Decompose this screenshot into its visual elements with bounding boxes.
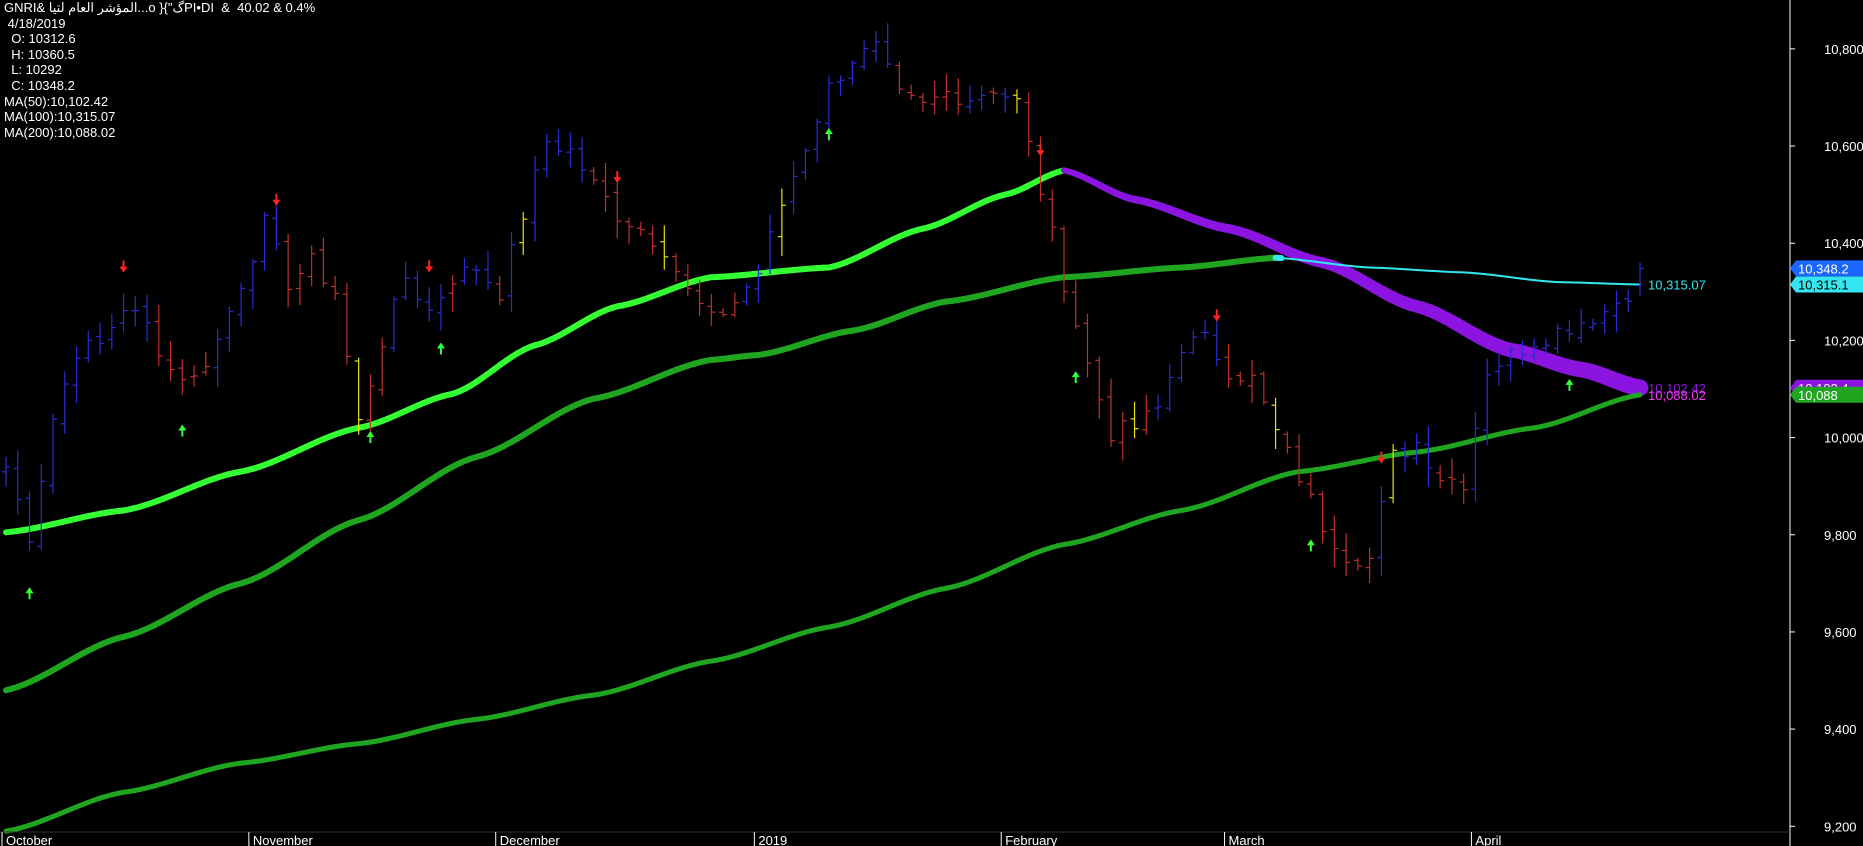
y-tick-label: 10,400 — [1824, 236, 1863, 251]
low-value: L: 10292 — [4, 62, 62, 78]
x-tick-label: December — [500, 833, 561, 846]
x-tick-label: October — [6, 833, 53, 846]
ma-inline-label: 10,088.02 — [1648, 388, 1706, 403]
ma-line-segment — [1631, 392, 1643, 399]
y-tick-label: 10,000 — [1824, 431, 1863, 446]
chart-title: GNRI& المؤشر العام لتيا...o }{"گPI•DI & … — [4, 0, 316, 15]
y-tick-label: 10,600 — [1824, 139, 1863, 154]
bar-date: 4/18/2019 — [4, 15, 66, 31]
x-tick-label: 2019 — [758, 833, 787, 846]
x-tick-label: February — [1005, 833, 1058, 846]
price-tag-label: 10,088 — [1798, 388, 1838, 403]
ma-line-segment — [1625, 378, 1649, 397]
price-tag-label: 10,348.2 — [1798, 261, 1849, 276]
ma100-value: MA(100):10,315.07 — [4, 109, 116, 125]
y-tick-label: 10,800 — [1824, 42, 1863, 57]
high-value: H: 10360.5 — [4, 46, 75, 62]
y-tick-label: 10,200 — [1824, 333, 1863, 348]
x-tick-label: November — [253, 833, 314, 846]
open-value: O: 10312.6 — [4, 31, 76, 47]
y-tick-label: 9,400 — [1824, 722, 1857, 737]
x-tick-label: March — [1229, 833, 1265, 846]
ma50-value: MA(50):10,102.42 — [4, 93, 109, 109]
x-tick-label: April — [1475, 833, 1501, 846]
y-tick-label: 9,800 — [1824, 528, 1857, 543]
ma-inline-label: 10,315.07 — [1648, 277, 1706, 292]
close-value: C: 10348.2 — [4, 77, 75, 93]
price-tag-label: 10,315.1 — [1798, 277, 1849, 292]
ma200-value: MA(200):10,088.02 — [4, 124, 116, 140]
y-tick-label: 9,600 — [1824, 625, 1857, 640]
y-tick-label: 9,200 — [1824, 819, 1857, 834]
info-panel: GNRI& المؤشر العام لتيا...o }{"گPI•DI & … — [4, 0, 315, 140]
